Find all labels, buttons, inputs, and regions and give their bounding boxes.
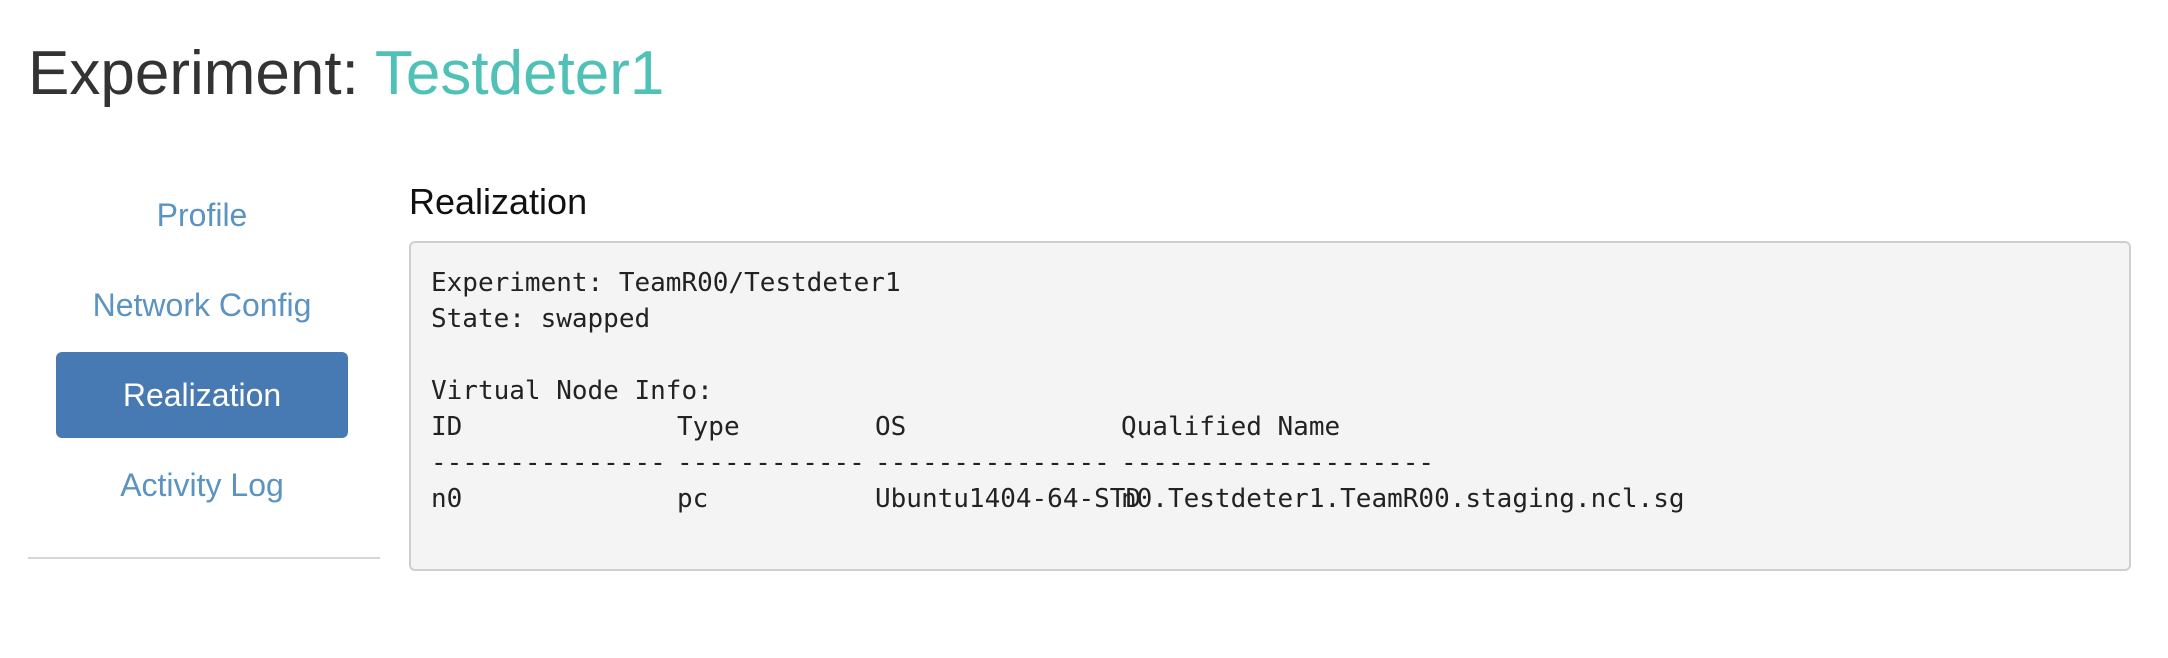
separator-os: --------------- bbox=[875, 448, 1110, 478]
sidebar-nav: Profile Network Config Realization Activ… bbox=[28, 172, 380, 532]
separator-type: ------------ bbox=[677, 448, 865, 478]
page-title-prefix: Experiment: bbox=[28, 39, 375, 108]
node-type-cell: pc bbox=[677, 484, 709, 514]
sidebar-divider bbox=[28, 557, 380, 559]
column-header-os: OS bbox=[875, 412, 907, 442]
state-line: State: swapped bbox=[431, 304, 651, 334]
separator-qualified-name: -------------------- bbox=[1121, 448, 1435, 478]
experiment-line: Experiment: TeamR00/Testdeter1 bbox=[431, 268, 901, 298]
table-row: n0 pc Ubuntu1404-64-STD n0.Testdeter1.Te… bbox=[431, 481, 2109, 517]
sidebar-item-activity-log[interactable]: Activity Log bbox=[56, 442, 348, 528]
sidebar-item-network-config[interactable]: Network Config bbox=[56, 262, 348, 348]
page-title: Experiment: Testdeter1 bbox=[28, 30, 664, 118]
table-header-row: ID Type OS Qualified Name bbox=[431, 409, 2109, 445]
experiment-name: Testdeter1 bbox=[374, 39, 665, 108]
node-qualified-name-cell: n0.Testdeter1.TeamR00.staging.ncl.sg bbox=[1121, 484, 1685, 514]
realization-output: Experiment: TeamR00/Testdeter1 State: sw… bbox=[409, 241, 2131, 571]
column-header-id: ID bbox=[431, 412, 463, 442]
column-header-qualified-name: Qualified Name bbox=[1121, 412, 1341, 442]
section-title: Realization bbox=[409, 181, 588, 222]
node-os-cell: Ubuntu1404-64-STD bbox=[875, 484, 1142, 514]
separator-id: --------------- bbox=[431, 448, 666, 478]
sidebar-item-profile[interactable]: Profile bbox=[56, 172, 348, 258]
node-id-cell: n0 bbox=[431, 484, 463, 514]
sidebar-item-realization[interactable]: Realization bbox=[56, 352, 348, 438]
column-header-type: Type bbox=[677, 412, 740, 442]
virtual-node-heading: Virtual Node Info: bbox=[431, 376, 713, 406]
table-separator-row: --------------- ------------ -----------… bbox=[431, 445, 2109, 481]
